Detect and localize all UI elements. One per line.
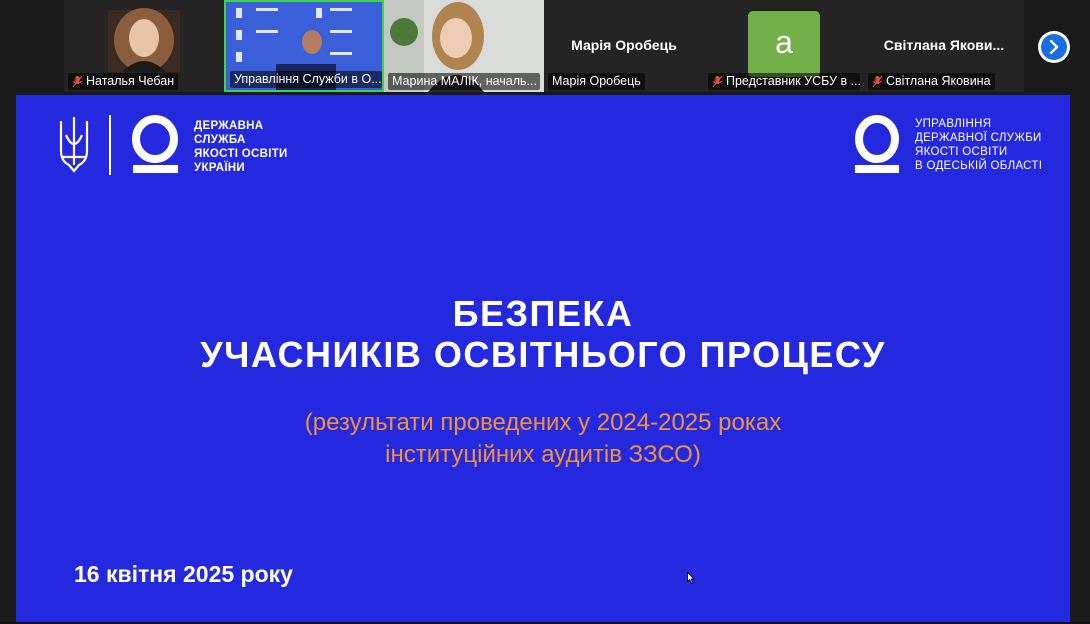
participant-tile[interactable]: Марина МАЛІК, началь... (384, 0, 544, 92)
participant-tile[interactable]: Світлана Якови... Світлана Яковина (864, 0, 1024, 92)
participant-tile[interactable]: Марія Оробець Марія Оробець (544, 0, 704, 92)
regional-organization-name: УПРАВЛІННЯ ДЕРЖАВНОЇ СЛУЖБИ ЯКОСТІ ОСВІТ… (915, 118, 1043, 172)
participant-tile-active-speaker[interactable]: Управління Служби в О... (224, 0, 384, 92)
mic-off-icon (712, 75, 723, 88)
chevron-right-icon (1041, 34, 1067, 60)
participant-display-name: Марія Оробець (571, 37, 677, 53)
participant-tile[interactable]: Наталья Чебан (64, 0, 224, 92)
mic-off-icon (872, 75, 883, 88)
slide-subtitle: (результати проведених у 2024-2025 роках… (304, 409, 782, 468)
participant-name: Марина МАЛІК, началь... (388, 73, 540, 90)
mic-off-icon (72, 75, 83, 88)
participant-name: Наталья Чебан (68, 73, 179, 90)
shared-screen: ДЕРЖАВНА СЛУЖБА ЯКОСТІ ОСВІТИ УКРАЇНИ УП… (16, 95, 1070, 624)
participant-name: Представник УСБУ в ... (708, 73, 860, 90)
quality-service-logo-regional (852, 113, 902, 182)
organization-name: ДЕРЖАВНА СЛУЖБА ЯКОСТІ ОСВІТИ УКРАЇНИ (194, 120, 288, 174)
next-participants-button[interactable] (1038, 31, 1070, 63)
trident-icon (59, 117, 89, 173)
participant-name: Управління Служби в О... (230, 71, 382, 88)
mouse-cursor-icon (687, 571, 695, 589)
participant-display-name: Світлана Якови... (883, 37, 1005, 53)
slide-date: 16 квітня 2025 року (74, 561, 293, 587)
participant-tile[interactable]: a Представник УСБУ в ... (704, 0, 864, 92)
avatar: a (748, 11, 820, 77)
participant-strip: Наталья Чебан Управління Служби в О... М… (64, 0, 1024, 92)
quality-service-logo (56, 113, 186, 182)
participant-name: Світлана Яковина (868, 73, 995, 90)
participant-name: Марія Оробець (548, 73, 645, 90)
slide-title: БЕЗПЕКА УЧАСНИКІВ ОСВІТНЬОГО ПРОЦЕСУ (200, 293, 886, 375)
